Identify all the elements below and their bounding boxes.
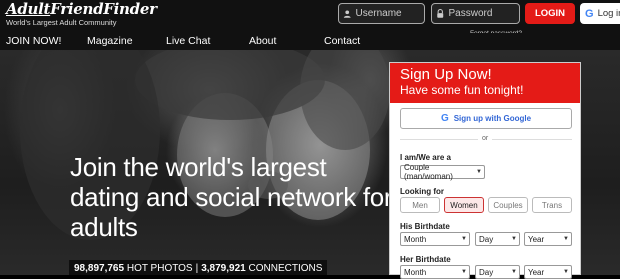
looking-for-couples[interactable]: Couples bbox=[488, 197, 528, 213]
nav-item-about[interactable]: About bbox=[249, 35, 276, 47]
his-month-select[interactable]: Month ▼ bbox=[400, 232, 470, 246]
iam-label: I am/We are a bbox=[400, 153, 451, 162]
lock-icon bbox=[437, 9, 444, 18]
chevron-down-icon: ▼ bbox=[476, 169, 482, 175]
her-birthdate-label: Her Birthdate bbox=[400, 255, 451, 264]
his-day-value: Day bbox=[479, 234, 494, 244]
looking-for-men[interactable]: Men bbox=[400, 197, 440, 213]
google-signup-button[interactable]: G Sign up with Google bbox=[400, 108, 572, 129]
nav-item-join-now[interactable]: JOIN NOW! bbox=[6, 35, 61, 47]
google-login-label: Log in bbox=[597, 8, 620, 19]
connections-label: CONNECTIONS bbox=[248, 262, 323, 274]
looking-for-label: Looking for bbox=[400, 187, 444, 196]
her-day-value: Day bbox=[479, 267, 494, 277]
photos-count: 98,897,765 bbox=[74, 262, 125, 274]
logo-wordmark: AdultFriendFinder bbox=[6, 0, 157, 18]
chevron-down-icon: ▼ bbox=[563, 236, 569, 242]
password-input[interactable] bbox=[448, 8, 519, 19]
her-day-select[interactable]: Day ▼ bbox=[475, 265, 520, 279]
chevron-down-icon: ▼ bbox=[563, 269, 569, 275]
connections-count: 3,879,921 bbox=[201, 262, 246, 274]
google-icon: G bbox=[585, 7, 594, 20]
iam-select[interactable]: Couple (man/woman) ▼ bbox=[400, 163, 485, 181]
her-year-value: Year bbox=[528, 267, 545, 277]
username-input[interactable] bbox=[355, 8, 424, 19]
chevron-down-icon: ▼ bbox=[511, 269, 517, 275]
his-month-value: Month bbox=[404, 234, 427, 244]
photos-label: HOT PHOTOS bbox=[126, 262, 193, 274]
chevron-down-icon: ▼ bbox=[461, 269, 467, 275]
chevron-down-icon: ▼ bbox=[461, 236, 467, 242]
hero-headline: Join the world's largest dating and soci… bbox=[70, 152, 393, 242]
his-day-select[interactable]: Day ▼ bbox=[475, 232, 520, 246]
password-field[interactable] bbox=[431, 3, 520, 24]
nav-item-magazine[interactable]: Magazine bbox=[87, 35, 133, 47]
looking-for-trans[interactable]: Trans bbox=[532, 197, 572, 213]
top-bar: AdultFriendFinder World's Largest Adult … bbox=[0, 0, 620, 37]
main-nav: JOIN NOW! Magazine Live Chat About Conta… bbox=[0, 33, 620, 50]
his-birthdate-label: His Birthdate bbox=[400, 222, 450, 231]
signup-header: Sign Up Now! Have some fun tonight! bbox=[390, 63, 580, 103]
logo-tagline: World's Largest Adult Community bbox=[6, 18, 117, 27]
google-signup-label: Sign up with Google bbox=[453, 114, 532, 123]
looking-for-women[interactable]: Women bbox=[444, 197, 484, 213]
her-month-value: Month bbox=[404, 267, 427, 277]
username-field[interactable] bbox=[338, 3, 425, 24]
his-year-select[interactable]: Year ▼ bbox=[524, 232, 572, 246]
google-icon: G bbox=[440, 113, 449, 124]
his-year-value: Year bbox=[528, 234, 545, 244]
her-year-select[interactable]: Year ▼ bbox=[524, 265, 572, 279]
iam-select-value: Couple (man/woman) bbox=[404, 163, 453, 181]
nav-item-live-chat[interactable]: Live Chat bbox=[166, 35, 210, 47]
chevron-down-icon: ▼ bbox=[511, 236, 517, 242]
stats-separator: | bbox=[195, 262, 199, 274]
signup-subtitle: Have some fun tonight! bbox=[400, 83, 524, 97]
user-icon bbox=[343, 9, 351, 18]
stats-bar: 98,897,765 HOT PHOTOS | 3,879,921 CONNEC… bbox=[69, 260, 328, 275]
signup-title: Sign Up Now! bbox=[400, 66, 492, 83]
login-button[interactable]: LOGIN bbox=[525, 3, 575, 24]
nav-item-contact[interactable]: Contact bbox=[324, 35, 360, 47]
site-logo[interactable]: AdultFriendFinder World's Largest Adult … bbox=[6, 0, 157, 28]
signup-panel: Sign Up Now! Have some fun tonight! G Si… bbox=[389, 62, 581, 279]
her-month-select[interactable]: Month ▼ bbox=[400, 265, 470, 279]
google-login-button[interactable]: G Log in bbox=[580, 3, 620, 24]
or-text: or bbox=[478, 135, 493, 142]
